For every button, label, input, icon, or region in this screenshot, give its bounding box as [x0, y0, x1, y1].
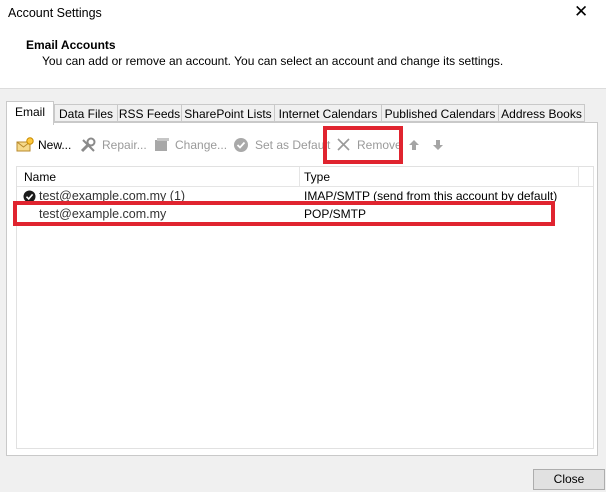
arrow-down-icon	[433, 140, 443, 150]
default-account-check-icon	[23, 190, 36, 203]
move-up-button[interactable]	[408, 134, 424, 156]
tab-published-calendars[interactable]: Published Calendars	[381, 104, 499, 122]
close-button[interactable]: Close	[533, 469, 605, 490]
tab-email[interactable]: Email	[6, 101, 54, 125]
list-header: Name Type	[17, 167, 593, 187]
set-as-default-button[interactable]: Set as Default	[233, 134, 330, 156]
remove-button[interactable]: Remove	[335, 134, 402, 156]
title-bar: Account Settings ✕	[0, 0, 606, 30]
new-account-icon	[16, 137, 34, 152]
move-down-button[interactable]	[432, 134, 448, 156]
account-name: test@example.com.my	[39, 207, 167, 221]
wrench-icon	[80, 137, 96, 153]
window-close-icon[interactable]: ✕	[574, 2, 588, 22]
tab-data-files[interactable]: Data Files	[54, 104, 118, 122]
column-divider[interactable]	[578, 167, 579, 186]
change-button[interactable]: Change...	[153, 134, 227, 156]
account-row[interactable]: test@example.com.my POP/SMTP	[17, 206, 593, 222]
dialog-header: Email Accounts You can add or remove an …	[0, 30, 606, 89]
tab-address-books[interactable]: Address Books	[498, 104, 585, 122]
account-type: POP/SMTP	[304, 207, 367, 221]
set-as-default-label: Set as Default	[255, 138, 331, 152]
remove-label: Remove	[357, 138, 402, 152]
change-icon	[155, 138, 169, 151]
arrow-up-icon	[409, 140, 419, 150]
repair-label: Repair...	[102, 138, 147, 152]
new-button[interactable]: New...	[16, 134, 71, 156]
tab-rss-feeds[interactable]: RSS Feeds	[117, 104, 182, 122]
column-header-name[interactable]: Name	[24, 170, 56, 184]
remove-x-icon	[337, 138, 350, 151]
column-header-type[interactable]: Type	[304, 170, 330, 184]
tab-sharepoint-lists[interactable]: SharePoint Lists	[181, 104, 275, 122]
change-label: Change...	[175, 138, 228, 152]
window-title: Account Settings	[8, 6, 102, 20]
section-title: Email Accounts	[26, 38, 116, 52]
account-name: test@example.com.my (1)	[39, 189, 186, 203]
account-type: IMAP/SMTP (send from this account by def…	[304, 189, 558, 203]
tab-internet-calendars[interactable]: Internet Calendars	[274, 104, 382, 122]
repair-button[interactable]: Repair...	[80, 134, 147, 156]
account-row[interactable]: test@example.com.my (1) IMAP/SMTP (send …	[17, 188, 593, 204]
new-label: New...	[38, 138, 72, 152]
check-circle-icon	[234, 138, 248, 152]
section-description: You can add or remove an account. You ca…	[42, 54, 504, 68]
accounts-list: Name Type test@example.com.my (1) IMAP/S…	[16, 166, 594, 449]
column-divider[interactable]	[299, 167, 300, 186]
